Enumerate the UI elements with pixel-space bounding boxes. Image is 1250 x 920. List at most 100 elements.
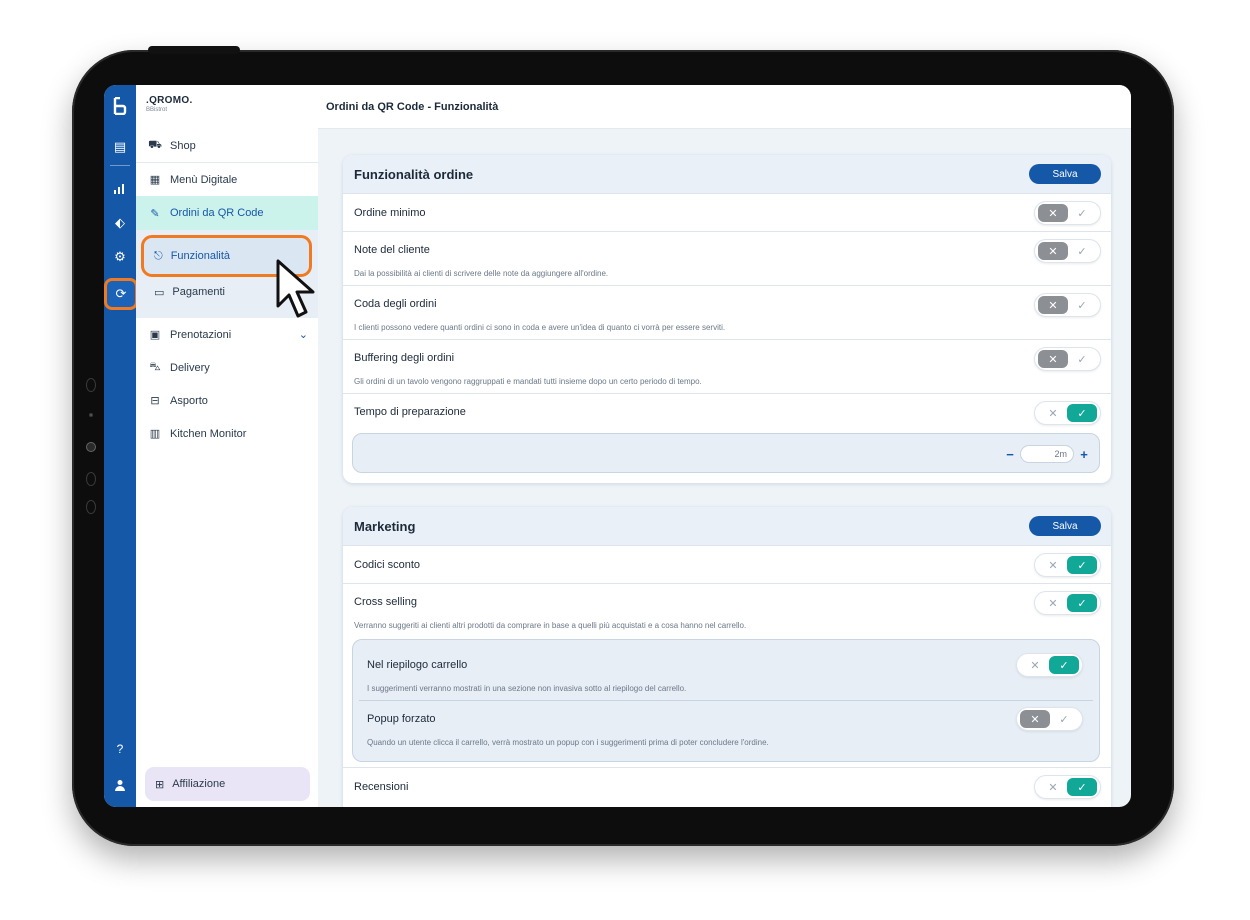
tablet-side-dot [89, 413, 93, 417]
brand-subtitle: BBistrot [146, 107, 168, 113]
help-icon[interactable]: ? [104, 737, 136, 761]
rail-divider [110, 165, 130, 166]
minus-button[interactable]: − [1003, 447, 1017, 462]
brand-logo-icon[interactable] [104, 91, 136, 121]
setting-row-codici-sconto: Codici sconto ✕ ✓ [343, 545, 1111, 583]
setting-row-coda-ordini: Coda degli ordini I clienti possono vede… [343, 285, 1111, 339]
sidebar-item-label: Shop [170, 139, 196, 152]
affiliation-label: Affiliazione [172, 778, 226, 790]
marketing-icon[interactable]: ⬖ [104, 211, 136, 235]
card-title: Funzionalità ordine [354, 166, 474, 182]
setting-label: Buffering degli ordini [354, 352, 455, 364]
sidebar-item-label: Ordini da QR Code [170, 207, 264, 219]
sidebar-item-asporto[interactable]: ⊟ Asporto [136, 384, 318, 417]
card-icon: ▭ [154, 286, 165, 299]
qr-orders-icon[interactable]: ⟳ [104, 278, 138, 310]
option-description: Quando un utente clicca il carrello, ver… [367, 738, 769, 747]
setting-label: Recensioni [354, 781, 409, 793]
gift-icon: ⊞ [155, 778, 165, 791]
tablet-side-sensor-2 [86, 472, 96, 486]
setting-description: I clienti possono vedere quanti ordini c… [354, 323, 726, 332]
setting-description: Verranno suggeriti ai clienti altri prod… [354, 621, 747, 630]
monitor-icon: ▥ [149, 428, 161, 440]
toggle-switch[interactable]: ✕ ✓ [1016, 707, 1083, 731]
menu-board-icon: ▦ [149, 174, 161, 186]
check-icon: ✓ [1077, 245, 1087, 258]
setting-row-note-cliente: Note del cliente Dai la possibilità ai c… [343, 231, 1111, 285]
cross-selling-options-panel: Nel riepilogo carrello I suggerimenti ve… [352, 639, 1100, 762]
sidebar-item-label: Menù Digitale [170, 173, 238, 186]
check-icon: ✓ [1067, 778, 1097, 796]
calendar-icon: ▣ [149, 329, 161, 341]
tablet-side-sensor-3 [86, 500, 96, 514]
stats-icon[interactable] [104, 177, 136, 201]
sidebar-item-prenotazioni[interactable]: ▣ Prenotazioni ⌄ [136, 318, 318, 351]
setting-row-cross-selling: Cross selling Verranno suggeriti ai clie… [343, 583, 1111, 767]
save-button[interactable]: Salva [1029, 164, 1101, 184]
settings-gear-icon[interactable]: ⚙ [104, 245, 136, 269]
sidebar-item-delivery[interactable]: ⛍ Delivery [136, 351, 318, 384]
check-icon: ✓ [1059, 713, 1069, 726]
toggle-switch[interactable]: ✕ ✓ [1034, 591, 1101, 615]
check-icon: ✓ [1077, 353, 1087, 366]
save-button[interactable]: Salva [1029, 516, 1101, 536]
option-row-popup: Popup forzato Quando un utente clicca il… [353, 701, 1099, 761]
setting-label: Codici sconto [354, 559, 421, 571]
setting-label: Coda degli ordini [354, 298, 437, 310]
off-icon: ✕ [1048, 781, 1058, 794]
icon-rail: ▤ ⬖ ⚙ ⟳ ? [104, 85, 138, 807]
brand-name: .QROMO. [146, 95, 193, 106]
toggle-switch[interactable]: ✕ ✓ [1034, 775, 1101, 799]
tablet-top-button [148, 46, 240, 54]
sidebar-item-label: Delivery [170, 361, 210, 374]
toggle-switch[interactable]: ✕ ✓ [1034, 293, 1101, 317]
check-icon: ✓ [1077, 207, 1087, 220]
toggle-switch[interactable]: ✕ ✓ [1016, 653, 1083, 677]
check-icon: ✓ [1067, 594, 1097, 612]
toggle-switch[interactable]: ✕ ✓ [1034, 201, 1101, 225]
sidebar-item-shop[interactable]: ⛟ Shop [136, 129, 318, 162]
toggle-switch[interactable]: ✕ ✓ [1034, 553, 1101, 577]
check-icon: ✓ [1077, 299, 1087, 312]
toggle-switch[interactable]: ✕ ✓ [1034, 347, 1101, 371]
page-title: Ordini da QR Code - Funzionalità [318, 85, 1131, 129]
sidebar-item-kitchen-monitor[interactable]: ▥ Kitchen Monitor [136, 417, 318, 450]
option-row-riepilogo: Nel riepilogo carrello I suggerimenti ve… [353, 640, 1099, 700]
check-icon: ✓ [1049, 656, 1079, 674]
off-icon: ✕ [1030, 659, 1040, 672]
qr-order-icon: ✎ [150, 207, 160, 220]
user-icon[interactable] [104, 773, 136, 797]
toggle-switch[interactable]: ✕ ✓ [1034, 401, 1101, 425]
prep-time-input[interactable]: 2m [1020, 445, 1074, 463]
menu-book-icon[interactable]: ▤ [104, 135, 136, 159]
chevron-down-icon[interactable]: ⌄ [299, 328, 308, 341]
check-icon: ✓ [1067, 404, 1097, 422]
off-icon: ✕ [1048, 407, 1058, 420]
setting-label: Tempo di preparazione [354, 406, 466, 418]
sidebar-item-menu-digitale[interactable]: ▦ Menù Digitale [136, 163, 318, 196]
card-header: Funzionalità ordine Salva [343, 155, 1111, 193]
toggle-switch[interactable]: ✕ ✓ [1034, 239, 1101, 263]
scooter-icon: ⛍ [149, 360, 161, 373]
check-icon: ✓ [1067, 556, 1097, 574]
setting-row-recensioni: Recensioni ✕ ✓ [343, 767, 1111, 807]
affiliation-button[interactable]: ⊞ Affiliazione [145, 767, 310, 801]
off-icon: ✕ [1048, 559, 1058, 572]
sidebar-item-ordini-qr[interactable]: ✎ Ordini da QR Code [136, 196, 318, 230]
brand-block: .QROMO. BBistrot [136, 85, 318, 129]
sidebar-subitem-label: Funzionalità [170, 250, 231, 262]
tablet-side-sensor [86, 378, 96, 392]
option-label: Nel riepilogo carrello [367, 659, 468, 671]
plus-button[interactable]: + [1077, 447, 1091, 462]
marketing-card: Marketing Salva Codici sconto ✕ ✓ Cross s… [343, 507, 1111, 807]
setting-row-buffering: Buffering degli ordini Gli ordini di un … [343, 339, 1111, 393]
sidebar-subitem-label: Pagamenti [172, 286, 225, 298]
off-icon: ✕ [1038, 204, 1068, 222]
features-icon: ⎋ [154, 249, 163, 262]
setting-label: Ordine minimo [354, 207, 426, 219]
setting-label: Cross selling [354, 596, 417, 608]
off-icon: ✕ [1020, 710, 1050, 728]
option-label: Popup forzato [367, 713, 436, 725]
prep-time-panel: − 2m + [352, 433, 1100, 473]
setting-description: Dai la possibilità ai clienti di scriver… [354, 269, 609, 278]
